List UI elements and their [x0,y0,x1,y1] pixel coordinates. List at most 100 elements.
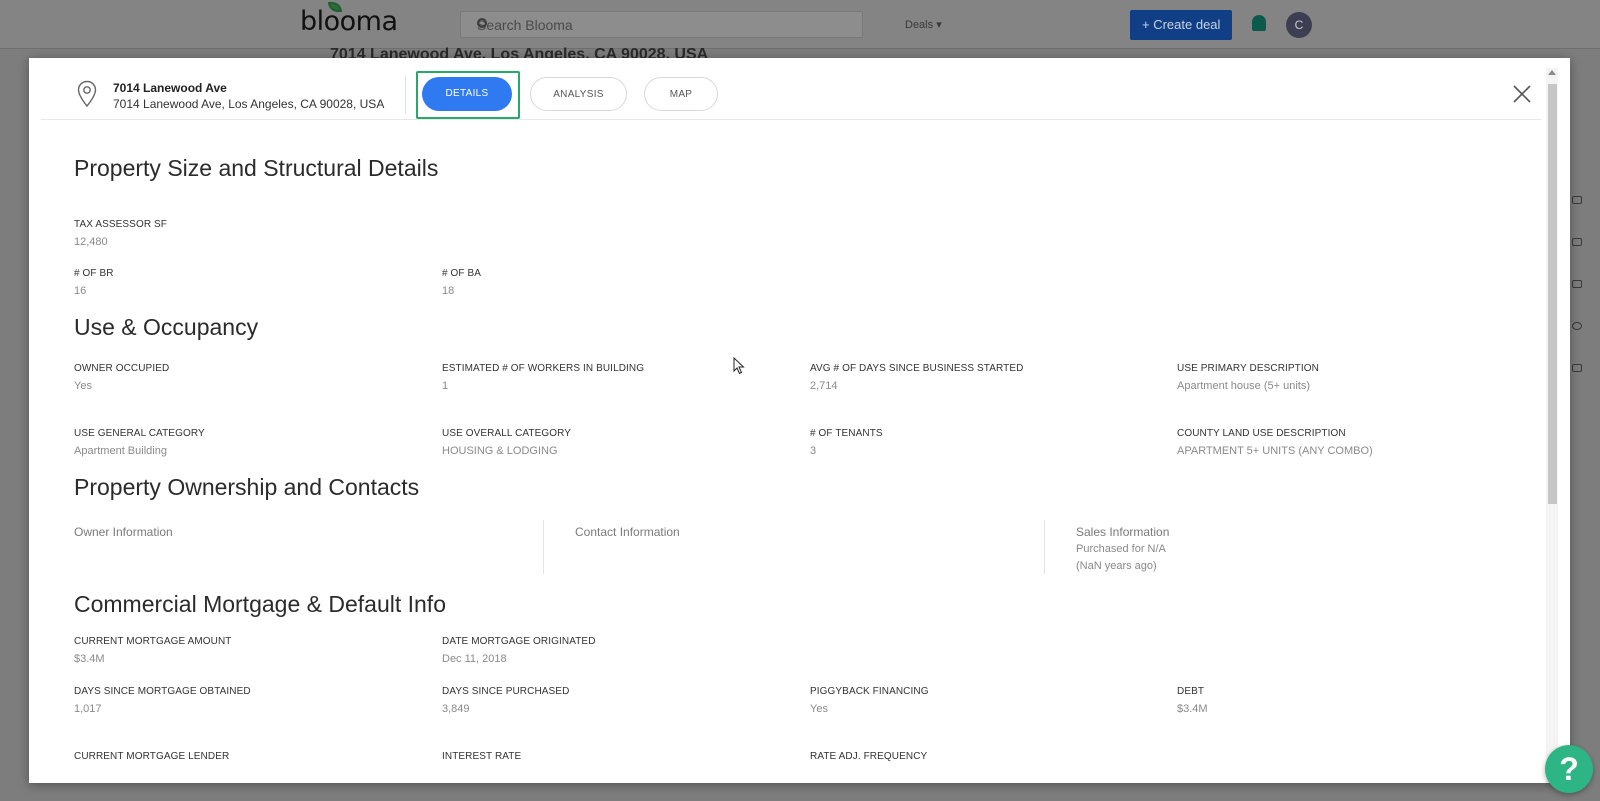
scrollbar-thumb[interactable] [1548,84,1557,504]
tag-icon [1572,238,1582,246]
field-use-primary: USE PRIMARY DESCRIPTION Apartment house … [1177,363,1517,392]
field-label: # OF BA [442,268,482,279]
field-value: 16 [74,285,87,297]
field-days-purchased: DAYS SINCE PURCHASED 3,849 [442,686,782,715]
plus-icon: + [1142,17,1154,32]
search-icon[interactable] [477,18,487,28]
field-county-land: COUNTY LAND USE DESCRIPTION APARTMENT 5+… [1177,428,1517,457]
field-tenants: # OF TENANTS 3 [810,428,1150,457]
field-label: INTEREST RATE [442,751,522,762]
field-piggyback: PIGGYBACK FINANCING Yes [810,686,1150,715]
folder-icon [1572,364,1582,372]
field-label: USE OVERALL CATEGORY [442,428,572,439]
section-title-occupancy: Use & Occupancy [74,314,259,340]
column-divider [543,520,544,574]
field-lender: CURRENT MORTGAGE LENDER [74,751,414,762]
field-label: USE GENERAL CATEGORY [74,428,205,439]
tab-details[interactable]: DETAILS [422,77,512,111]
field-label: # OF TENANTS [810,428,883,439]
field-value: 2,714 [810,380,838,392]
create-deal-button[interactable]: + Create deal [1130,10,1232,40]
property-details-modal: 7014 Lanewood Ave 7014 Lanewood Ave, Los… [29,58,1570,783]
header-divider [405,76,406,114]
search-input[interactable]: Search Blooma [460,11,863,38]
tab-analysis[interactable]: ANALYSIS [530,77,627,111]
field-label: COUNTY LAND USE DESCRIPTION [1177,428,1346,439]
field-debt: DEBT $3.4M [1177,686,1517,715]
field-value: Yes [810,703,828,715]
field-tax-assessor-sf: TAX ASSESSOR SF 12,480 [74,219,414,248]
section-title-structural: Property Size and Structural Details [74,155,439,181]
history-icon [1572,322,1582,330]
caret-down-icon: ▾ [936,19,942,31]
comment-icon [1572,196,1582,204]
field-value: 1,017 [74,703,102,715]
field-value: Yes [74,380,92,392]
column-divider [1044,520,1045,574]
field-label: RATE ADJ. FREQUENCY [810,751,928,762]
section-title-ownership: Property Ownership and Contacts [74,474,420,500]
field-label: DAYS SINCE MORTGAGE OBTAINED [74,686,251,697]
deals-dropdown[interactable]: Deals ▾ [905,18,942,31]
field-label: OWNER OCCUPIED [74,363,170,374]
field-value: 1 [442,380,449,392]
field-owner-occupied: OWNER OCCUPIED Yes [74,363,414,392]
field-use-general: USE GENERAL CATEGORY Apartment Building [74,428,414,457]
close-icon[interactable] [1512,84,1532,104]
field-use-overall: USE OVERALL CATEGORY HOUSING & LODGING [442,428,782,457]
field-value: 18 [442,285,455,297]
bell-icon[interactable] [1252,15,1266,31]
field-value: Dec 11, 2018 [442,653,507,665]
field-date-originated: DATE MORTGAGE ORIGINATED Dec 11, 2018 [442,636,782,665]
owner-information-heading: Owner Information [74,525,173,539]
field-label: CURRENT MORTGAGE LENDER [74,751,230,762]
field-rate-adj: RATE ADJ. FREQUENCY [810,751,1150,762]
field-workers: ESTIMATED # OF WORKERS IN BUILDING 1 [442,363,782,392]
section-title-mortgage: Commercial Mortgage & Default Info [74,591,446,617]
scroll-up-arrow-icon[interactable] [1548,70,1556,75]
field-label: AVG # OF DAYS SINCE BUSINESS STARTED [810,363,1024,374]
search-placeholder: Search Blooma [477,17,573,33]
field-num-br: # OF BR 16 [74,268,414,297]
field-value: $3.4M [1177,703,1208,715]
print-icon [1572,280,1582,288]
field-interest-rate: INTEREST RATE [442,751,782,762]
field-value: APARTMENT 5+ UNITS (ANY COMBO) [1177,445,1373,457]
mouse-cursor-icon [733,357,745,375]
modal-header: 7014 Lanewood Ave 7014 Lanewood Ave, Los… [41,58,1541,120]
tab-map[interactable]: MAP [644,77,718,111]
field-label: ESTIMATED # OF WORKERS IN BUILDING [442,363,645,374]
create-deal-label: Create deal [1153,17,1221,32]
logo-text: blooma [300,6,398,37]
field-value: 12,480 [74,236,108,248]
blooma-logo[interactable]: blooma [300,2,398,37]
field-value: $3.4M [74,653,105,665]
field-days-obtained: DAYS SINCE MORTGAGE OBTAINED 1,017 [74,686,414,715]
address-title: 7014 Lanewood Ave [113,81,227,95]
field-value: Apartment house (5+ units) [1177,380,1310,392]
field-num-ba: # OF BA 18 [442,268,782,297]
field-label: DATE MORTGAGE ORIGINATED [442,636,596,647]
purchased-for-text: Purchased for N/A [1076,543,1166,555]
field-label: TAX ASSESSOR SF [74,219,168,230]
field-avg-days: AVG # OF DAYS SINCE BUSINESS STARTED 2,7… [810,363,1150,392]
field-label: PIGGYBACK FINANCING [810,686,929,697]
sales-information-heading: Sales Information [1076,525,1170,539]
field-label: DEBT [1177,686,1205,697]
field-label: DAYS SINCE PURCHASED [442,686,570,697]
modal-content: Property Size and Structural Details TAX… [29,121,1539,783]
field-label: USE PRIMARY DESCRIPTION [1177,363,1319,374]
field-current-mortgage-amount: CURRENT MORTGAGE AMOUNT $3.4M [74,636,414,665]
location-pin-icon [77,80,97,108]
app-header: blooma Search Blooma Deals ▾ + Create de… [0,0,1600,63]
field-value: HOUSING & LODGING [442,445,558,457]
field-value: 3,849 [442,703,470,715]
field-value: 3 [810,445,817,457]
years-ago-text: (NaN years ago) [1076,560,1157,572]
contact-information-heading: Contact Information [575,525,680,539]
avatar[interactable]: C [1286,12,1312,38]
field-value: Apartment Building [74,445,167,457]
field-label: CURRENT MORTGAGE AMOUNT [74,636,232,647]
address-full: 7014 Lanewood Ave, Los Angeles, CA 90028… [113,97,385,111]
help-button[interactable]: ? [1545,745,1593,793]
